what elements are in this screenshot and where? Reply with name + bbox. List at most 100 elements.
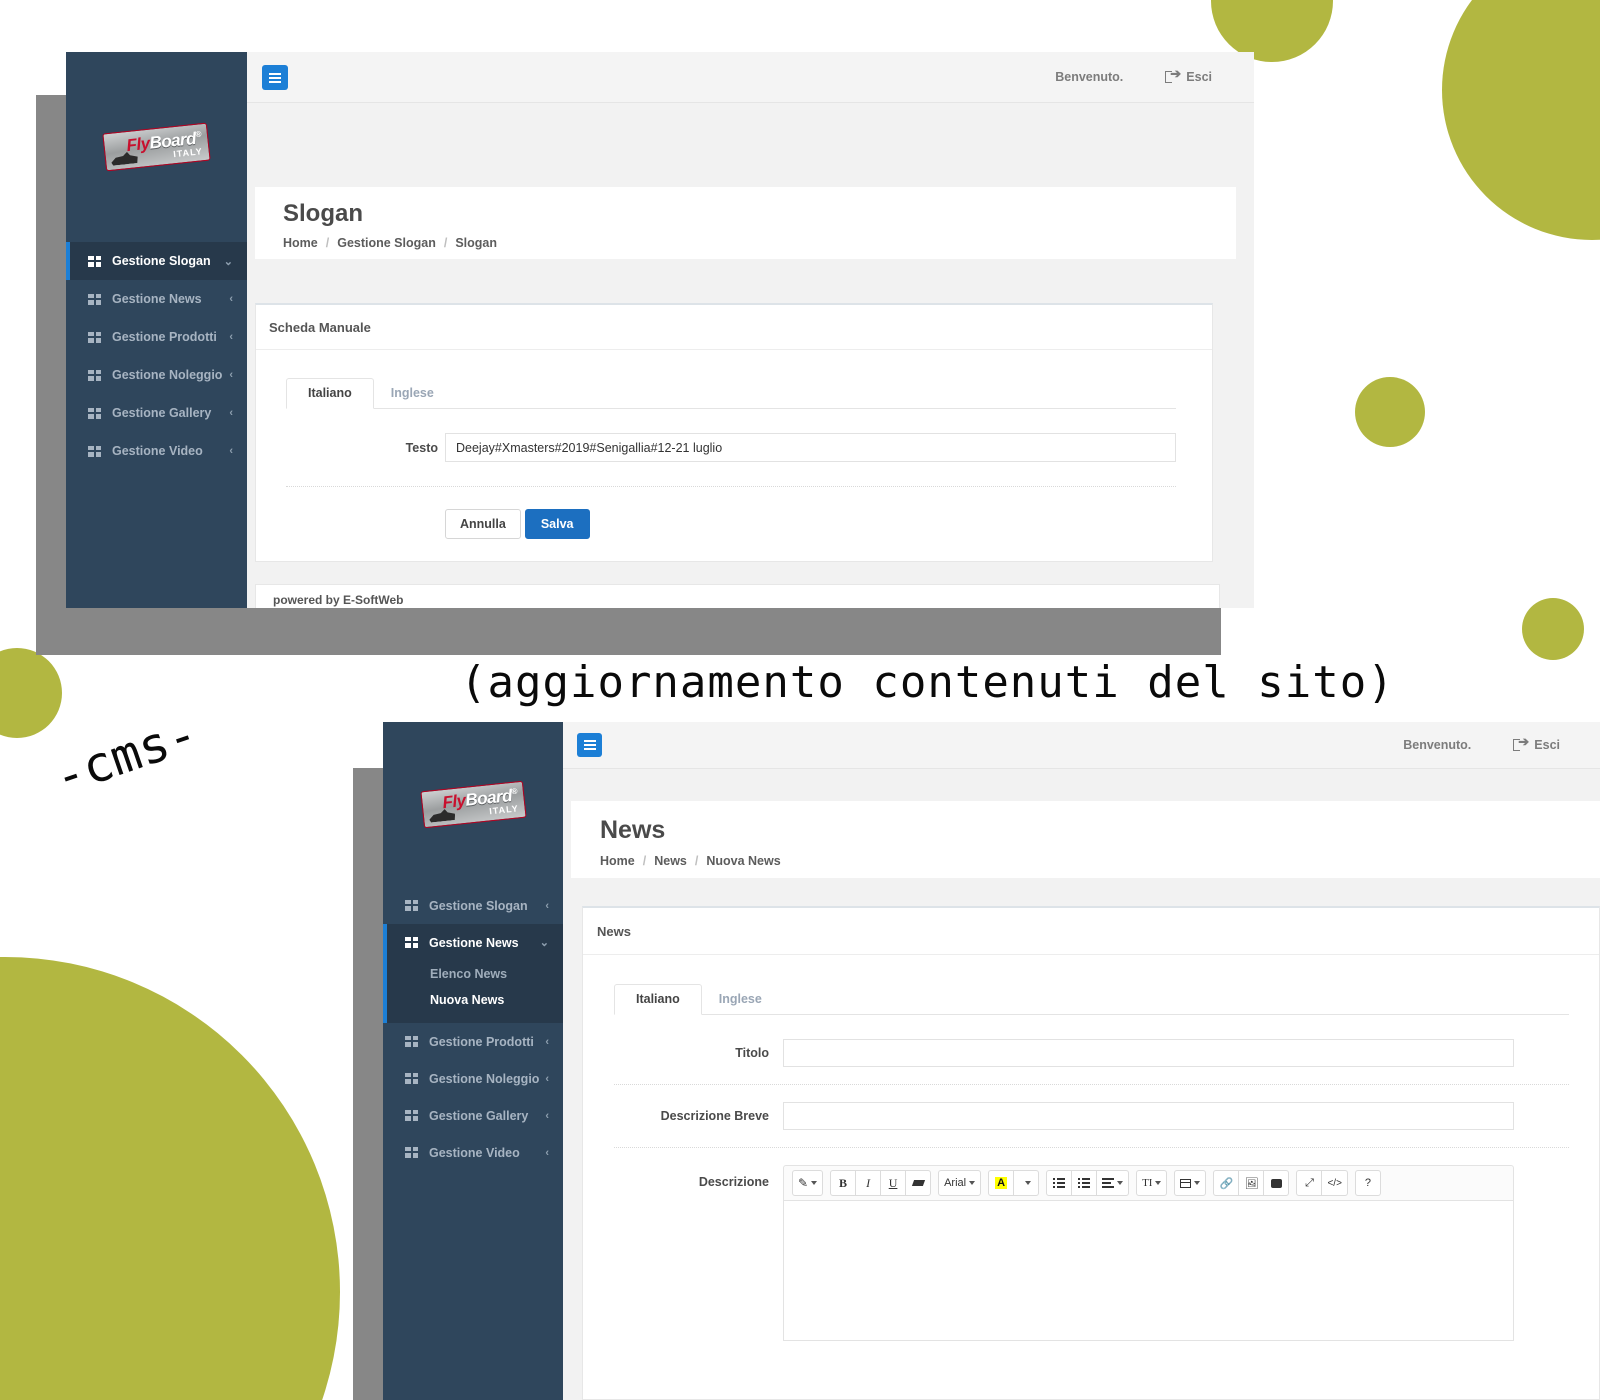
code-view-icon[interactable]: </> — [1321, 1170, 1348, 1196]
logout-label[interactable]: Esci — [1186, 70, 1212, 84]
video-icon[interactable] — [1263, 1170, 1290, 1196]
submenu-active-bar — [383, 961, 387, 1023]
sidebar-item-gestione-slogan[interactable]: Gestione Slogan ‹ — [383, 887, 563, 924]
unordered-list-icon[interactable] — [1046, 1170, 1073, 1196]
sidebar-item-gestione-video[interactable]: Gestione Video ‹ — [383, 1134, 563, 1171]
news-sidebar: FlyBoard® ITALY Gestione Slogan ‹ Gestione… — [383, 722, 563, 1400]
logout-icon[interactable]: ➔ — [1165, 67, 1181, 83]
sidebar-item-label: Gestione Noleggio — [112, 368, 223, 382]
sidebar-item-gestione-gallery[interactable]: Gestione Gallery ‹ — [383, 1097, 563, 1134]
news-topbar-right: Benvenuto. ➔ Esci — [1403, 722, 1600, 768]
sidebar-item-gestione-news[interactable]: Gestione News ⌄ — [383, 924, 563, 961]
sidebar-item-label: Gestione Prodotti — [429, 1034, 534, 1049]
chevron-left-icon: ‹ — [229, 293, 233, 305]
card-heading: News — [583, 908, 1599, 955]
style-magic-icon[interactable]: ✎ — [792, 1170, 824, 1196]
sidebar-item-label: Gestione Slogan — [429, 898, 528, 913]
hamburger-icon[interactable] — [577, 733, 602, 757]
sidebar-item-gestione-news[interactable]: Gestione News ‹ — [66, 280, 247, 318]
clear-format-icon[interactable] — [905, 1170, 932, 1196]
grid-icon — [405, 900, 418, 911]
editor-textarea[interactable] — [783, 1201, 1514, 1341]
toolbar-group — [1174, 1170, 1207, 1196]
descrizione-breve-input[interactable] — [783, 1102, 1514, 1130]
field-label: Testo — [405, 440, 438, 455]
slogan-topbar: Benvenuto. ➔ Esci — [247, 52, 1254, 103]
grid-icon — [405, 1110, 418, 1121]
grid-icon — [88, 445, 101, 457]
help-icon[interactable]: ? — [1354, 1170, 1381, 1196]
slogan-logo-wrap: FlyBoard® ITALY — [66, 52, 247, 242]
sidebar-item-label: Gestione Slogan — [112, 254, 211, 268]
chevron-left-icon: ‹ — [229, 407, 233, 419]
field-label: Descrizione Breve — [660, 1109, 769, 1123]
form-row-titolo: Titolo — [614, 1039, 1599, 1067]
cancel-button[interactable]: Annulla — [445, 509, 521, 539]
breadcrumb-item: Slogan — [455, 236, 498, 250]
text-color-icon[interactable]: A — [988, 1170, 1015, 1196]
tab-italiano[interactable]: Italiano — [286, 378, 374, 409]
tab-italiano[interactable]: Italiano — [614, 984, 702, 1015]
sidebar-item-label: Gestione News — [429, 935, 519, 950]
form-divider — [614, 1147, 1569, 1148]
news-card: News Italiano Inglese Titolo Descrizione … — [582, 906, 1600, 1400]
welcome-text: Benvenuto. — [1403, 738, 1472, 752]
testo-input[interactable]: Deejay#Xmasters#2019#Senigallia#12-21 lu… — [445, 433, 1176, 462]
sidebar-submenu: Elenco News Nuova News — [383, 961, 563, 1023]
slogan-page-head: Slogan Home / Gestione Slogan / Slogan — [255, 187, 1236, 259]
logout-label[interactable]: Esci — [1534, 738, 1560, 752]
line-height-icon[interactable]: TI — [1136, 1170, 1168, 1196]
ordered-list-icon[interactable] — [1071, 1170, 1098, 1196]
chevron-left-icon: ‹ — [545, 1035, 549, 1048]
sidebar-item-gestione-prodotti[interactable]: Gestione Prodotti ‹ — [66, 318, 247, 356]
link-icon[interactable]: 🔗 — [1213, 1170, 1240, 1196]
align-icon[interactable] — [1096, 1170, 1130, 1196]
news-topbar: Benvenuto. ➔ Esci — [563, 722, 1600, 769]
breadcrumb-item[interactable]: Home — [600, 854, 635, 868]
tab-inglese[interactable]: Inglese — [374, 378, 451, 409]
italic-icon[interactable]: I — [855, 1170, 882, 1196]
chevron-down-icon — [811, 1181, 818, 1185]
toolbar-group — [1046, 1170, 1130, 1196]
color-dropdown-icon[interactable] — [1013, 1170, 1040, 1196]
sidebar-item-gestione-gallery[interactable]: Gestione Gallery ‹ — [66, 394, 247, 432]
sidebar-subitem-elenco-news[interactable]: Elenco News — [383, 961, 563, 987]
form-row-testo: Testo Deejay#Xmasters#2019#Senigallia#12… — [286, 433, 1212, 462]
sidebar-subitem-nuova-news[interactable]: Nuova News — [383, 987, 563, 1013]
decor-circle-top-right-large — [1442, 0, 1600, 240]
toolbar-group: TI — [1136, 1170, 1168, 1196]
sidebar-item-gestione-video[interactable]: Gestione Video ‹ — [66, 432, 247, 470]
chevron-down-icon: ⌄ — [539, 937, 549, 949]
chevron-left-icon: ‹ — [229, 369, 233, 381]
hamburger-icon[interactable] — [262, 65, 288, 90]
sidebar-item-gestione-noleggio[interactable]: Gestione Noleggio ‹ — [383, 1060, 563, 1097]
save-button[interactable]: Salva — [524, 509, 590, 539]
logout-icon[interactable]: ➔ — [1513, 735, 1529, 751]
titolo-input[interactable] — [783, 1039, 1514, 1067]
sidebar-item-label: Gestione Gallery — [112, 406, 212, 420]
font-family-select[interactable]: Arial — [938, 1170, 982, 1196]
toolbar-group: A — [988, 1170, 1040, 1196]
form-row-descrizione-breve: Descrizione Breve — [614, 1102, 1599, 1130]
sidebar-item-gestione-prodotti[interactable]: Gestione Prodotti ‹ — [383, 1023, 563, 1060]
tab-inglese[interactable]: Inglese — [702, 984, 779, 1015]
slogan-card-body: Italiano Inglese Testo Deejay#Xmasters#20… — [256, 350, 1212, 539]
page-title: News — [600, 816, 666, 844]
image-icon[interactable]: 🖼 — [1238, 1170, 1265, 1196]
sidebar-item-label: Gestione Gallery — [429, 1108, 529, 1123]
breadcrumb-item[interactable]: Gestione Slogan — [337, 236, 436, 250]
table-icon[interactable] — [1174, 1170, 1207, 1196]
news-page-head: News Home / News / Nuova News — [571, 801, 1600, 878]
toolbar-group: ⤢ </> — [1296, 1170, 1348, 1196]
form-divider — [286, 486, 1176, 487]
grid-icon — [405, 1147, 418, 1158]
logo-fly: Fly — [125, 133, 151, 155]
breadcrumb-item[interactable]: Home — [283, 236, 318, 250]
underline-icon[interactable]: U — [880, 1170, 907, 1196]
breadcrumb-item[interactable]: News — [654, 854, 687, 868]
bold-icon[interactable]: B — [830, 1170, 857, 1196]
sidebar-item-gestione-noleggio[interactable]: Gestione Noleggio ‹ — [66, 356, 247, 394]
fullscreen-icon[interactable]: ⤢ — [1296, 1170, 1323, 1196]
sidebar-item-gestione-slogan[interactable]: Gestione Slogan ⌄ — [66, 242, 247, 280]
chevron-left-icon: ‹ — [545, 1146, 549, 1159]
